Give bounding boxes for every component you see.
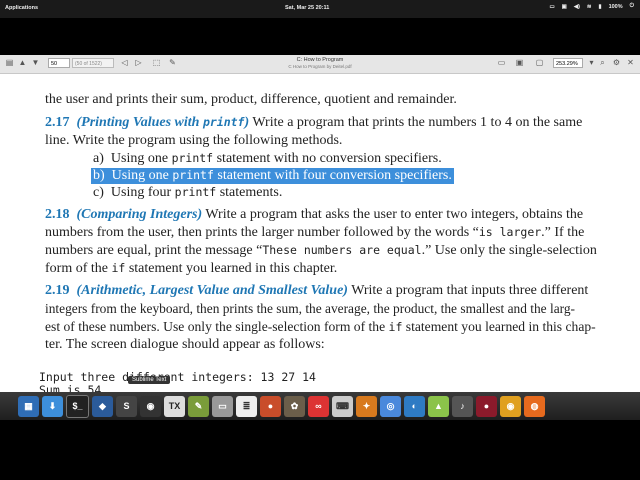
wifi-icon[interactable]: ≋ — [587, 4, 592, 10]
text-line: form of the if statement you learned in … — [45, 261, 338, 276]
top-bar: Applications Sat, Mar 25 20:11 ▭ ▣ ◀) ≋ … — [0, 0, 640, 18]
exercise-number: 2.18 — [45, 207, 70, 222]
monitor-icon[interactable]: ▭ — [549, 4, 554, 10]
chrome-icon[interactable]: ◉ — [500, 395, 521, 417]
firefox-icon[interactable]: ◍ — [524, 395, 545, 417]
list-item-b-selected[interactable]: b) Using one printf statement with four … — [91, 168, 454, 184]
search-icon[interactable]: ⌕ — [598, 58, 607, 68]
applications-menu[interactable]: Applications — [5, 5, 38, 11]
exercise-2-19-heading: 2.19 (Arithmetic, Largest Value and Smal… — [45, 283, 589, 298]
recorder-icon[interactable]: ● — [260, 395, 281, 417]
text-line: integers from the keyboard, then prints … — [45, 301, 576, 316]
window-subtitle: C How to Program by Deitel.pdf — [288, 64, 352, 69]
media-icon[interactable]: ● — [476, 395, 497, 417]
code-line: Input three different integers: 13 27 14 — [39, 370, 316, 384]
chromium-icon[interactable]: ◎ — [380, 395, 401, 417]
tex-icon[interactable]: TX — [164, 395, 185, 417]
exercise-title: (Arithmetic, Largest Value and Smallest … — [76, 283, 348, 298]
volume-icon[interactable]: ◀) — [574, 4, 580, 10]
puzzle-icon[interactable]: ✦ — [356, 395, 377, 417]
sublime-icon[interactable]: S — [116, 395, 137, 417]
zoom-dropdown-icon[interactable]: ▾ — [587, 58, 596, 68]
workspaces-icon[interactable]: ▦ — [18, 395, 39, 417]
minimize-icon[interactable]: ▭ — [497, 58, 506, 68]
text-line: numbers from the user, then prints the l… — [45, 225, 585, 240]
dock: ▦ ⬇ $_ ◆ S ◉ TX ✎ ▭ ≣ ● ✿ ∞ ⌨ ✦ ◎ ◐ ▲ ♪ … — [0, 392, 640, 420]
text-line: numbers are equal, print the message “Th… — [45, 243, 597, 258]
zoom-out-icon[interactable]: ▢ — [535, 58, 544, 68]
document-viewer-icon[interactable]: ≣ — [236, 395, 257, 417]
text-line: ter. The screen dialogue should appear a… — [45, 337, 325, 352]
power-icon[interactable]: ⏻ — [630, 3, 634, 10]
fullscreen-icon[interactable]: ▣ — [515, 58, 524, 68]
microphone-icon[interactable]: ♪ — [452, 395, 473, 417]
exercise-2-18-heading: 2.18 (Comparing Integers) Write a progra… — [45, 207, 584, 222]
text-line: line. Write the program using the follow… — [45, 133, 343, 148]
exercise-number: 2.17 — [45, 115, 70, 130]
screencast-icon[interactable]: ◉ — [140, 395, 161, 417]
text-line: the user and prints their sum, product, … — [45, 92, 457, 107]
zoom-field[interactable]: 253.29% — [553, 58, 583, 68]
gear-icon[interactable]: ⚙ — [612, 58, 621, 68]
flickr-icon[interactable]: ∞ — [308, 395, 329, 417]
viewer-toolbar: ▤ ▲ ▼ 50 (50 of 1522) ◁ ▷ ⬚ ✎ C: How to … — [0, 55, 640, 74]
exercise-title: (Comparing Integers) — [76, 207, 203, 222]
gimp-icon[interactable]: ✿ — [284, 395, 305, 417]
document-viewer-window: ▤ ▲ ▼ 50 (50 of 1522) ◁ ▷ ⬚ ✎ C: How to … — [0, 55, 640, 420]
battery-icon[interactable]: ▮ — [599, 4, 602, 10]
editor-icon[interactable]: ✎ — [188, 395, 209, 417]
list-item-c: c) Using four printf statements. — [93, 185, 283, 200]
terminal-icon[interactable]: $_ — [66, 394, 89, 418]
list-item-a: a) Using one printf statement with no co… — [93, 151, 442, 166]
close-icon[interactable]: ✕ — [626, 58, 635, 68]
exercise-number: 2.19 — [45, 283, 70, 298]
battery-percent: 100% — [608, 3, 623, 10]
dock-tooltip: Sublime Text — [128, 376, 171, 384]
virtualbox-icon[interactable]: ◆ — [92, 395, 113, 417]
exercise-2-17-heading: 2.17 (Printing Values with printf) Write… — [45, 115, 583, 130]
window-title: C: How to Program — [296, 57, 344, 63]
downloads-icon[interactable]: ⬇ — [42, 395, 63, 417]
display-icon[interactable]: ▣ — [562, 4, 567, 10]
document-page: the user and prints their sum, product, … — [0, 74, 640, 420]
android-icon[interactable]: ▲ — [428, 395, 449, 417]
files-icon[interactable]: ▭ — [212, 395, 233, 417]
system-tray: ▭ ▣ ◀) ≋ ▮ 100% ⏻ — [549, 3, 634, 10]
exercise-title: (Printing Values with printf) — [76, 115, 250, 130]
keyboard-icon[interactable]: ⌨ — [332, 395, 353, 417]
earth-icon[interactable]: ◐ — [404, 395, 425, 417]
clock[interactable]: Sat, Mar 25 20:11 — [285, 5, 329, 11]
text-line: est of these numbers. Use only the singl… — [45, 319, 596, 334]
